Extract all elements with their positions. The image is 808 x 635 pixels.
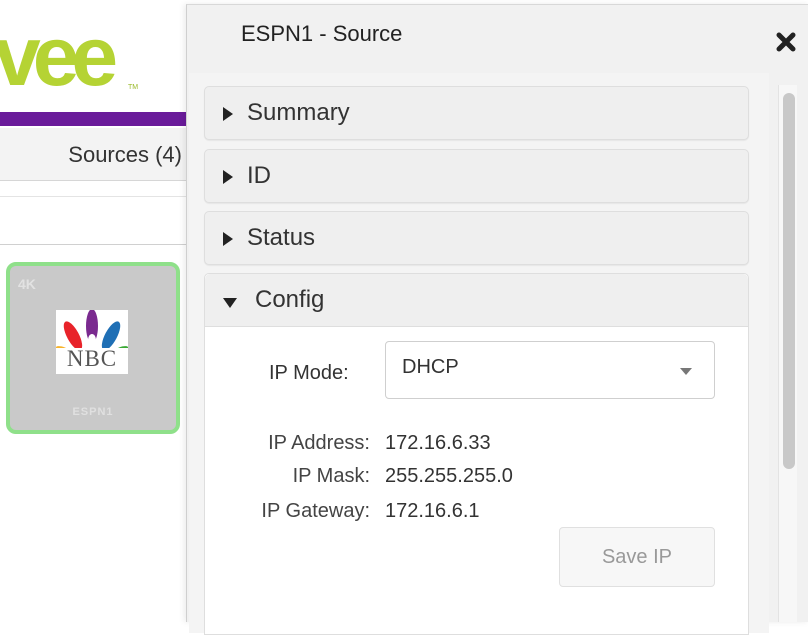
- ip-mode-value: DHCP: [402, 356, 459, 378]
- section-config-header[interactable]: Config: [205, 274, 748, 327]
- dialog-title: ESPN1 - Source: [241, 21, 403, 46]
- section-status[interactable]: Status: [204, 211, 749, 265]
- ip-address-value: 172.16.6.33: [385, 432, 491, 454]
- ip-mask-label: IP Mask:: [292, 465, 370, 487]
- ip-mask-row: IP Mask: 255.255.255.0: [205, 465, 748, 493]
- close-icon[interactable]: [775, 31, 797, 53]
- ip-address-row: IP Address: 172.16.6.33: [205, 432, 748, 460]
- ip-mode-label: IP Mode:: [269, 362, 349, 384]
- nbc-logo: NBC: [55, 309, 129, 374]
- tab-sources[interactable]: Sources (4): [0, 128, 190, 181]
- ip-address-label: IP Address:: [268, 432, 370, 454]
- nbc-logo-text: NBC: [66, 346, 118, 371]
- peacock-icon: [55, 309, 129, 366]
- section-summary-label: Summary: [247, 99, 350, 126]
- source-dialog: ESPN1 - Source Summary ID Status Config …: [186, 4, 808, 635]
- ip-mode-select[interactable]: DHCP: [385, 341, 715, 399]
- ip-gateway-row: IP Gateway: 172.16.6.1: [205, 500, 748, 528]
- tab-sources-label: Sources (4): [68, 142, 182, 167]
- source-tile-name: ESPN1: [72, 406, 114, 418]
- brand-logo: vee: [0, 9, 118, 103]
- section-id[interactable]: ID: [204, 149, 749, 203]
- trademark-mark: TM: [128, 84, 139, 91]
- scrollbar-thumb[interactable]: [783, 93, 795, 469]
- resolution-badge: 4K: [18, 276, 36, 292]
- section-config: Config IP Mode: DHCP IP Address: 172.16.…: [204, 273, 749, 635]
- caret-right-icon: [223, 232, 233, 246]
- save-ip-button[interactable]: Save IP: [559, 527, 715, 587]
- section-summary[interactable]: Summary: [204, 86, 749, 140]
- section-id-label: ID: [247, 162, 271, 189]
- ip-gateway-value: 172.16.6.1: [385, 500, 480, 522]
- caret-right-icon: [223, 107, 233, 121]
- caret-down-icon: [223, 298, 237, 308]
- dialog-body: Summary ID Status Config IP Mode: DHCP I…: [189, 73, 769, 635]
- divider: [0, 196, 190, 197]
- brand-bar: [0, 112, 190, 126]
- section-status-label: Status: [247, 224, 316, 251]
- divider: [0, 244, 190, 245]
- section-config-label: Config: [255, 286, 325, 313]
- background-app: vee TM Sources (4) 4K NBC ESPN1: [0, 0, 190, 621]
- ip-gateway-label: IP Gateway:: [261, 500, 370, 522]
- caret-right-icon: [223, 170, 233, 184]
- source-tile[interactable]: 4K NBC ESPN1: [6, 262, 180, 434]
- ip-mask-value: 255.255.255.0: [385, 465, 513, 487]
- chevron-down-icon: [680, 368, 692, 375]
